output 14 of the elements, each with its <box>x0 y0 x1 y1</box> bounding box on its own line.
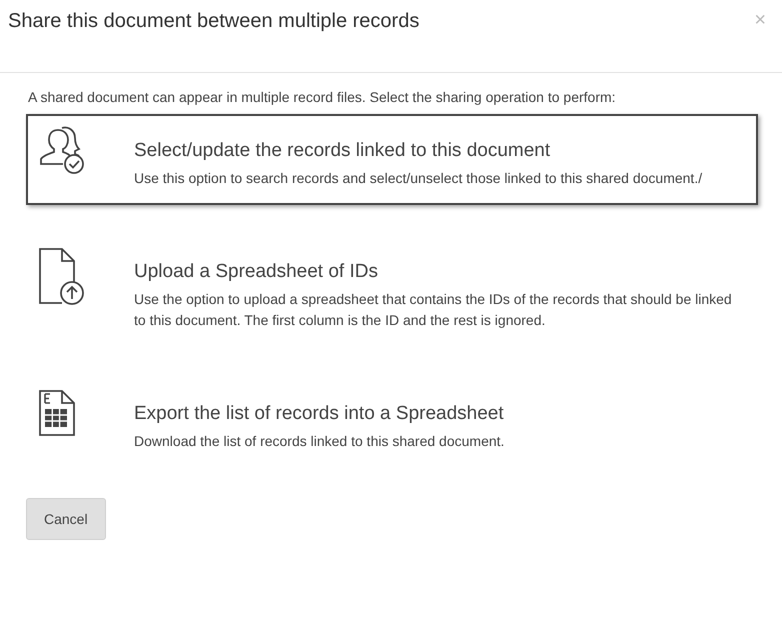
option-card[interactable]: Select/update the records linked to this document Use this option to search records and select/unselect those linked to this shared document./ <box>26 114 758 205</box>
option-card[interactable]: Upload a Spreadsheet of IDs Use the option to upload a spreadsheet that contains the IDs of the records that should be linked to this document. The first column is the ID and the rest is ignored. <box>26 235 758 347</box>
option-title: Upload a Spreadsheet of IDs <box>134 261 379 283</box>
option-card[interactable]: Export the list of records into a Spreadsheet Download the list of records linked to this shared document. <box>26 377 758 468</box>
dialog-title: Share this document between multiple records <box>8 10 420 33</box>
option-description: Use this option to search records and select/unselect those linked to this shared document./ <box>134 169 702 188</box>
spreadsheet-document-icon <box>38 389 76 437</box>
option-description: Download the list of records linked to this shared document. <box>134 432 504 451</box>
option-description: Use the option to upload a spreadsheet that contains the IDs of the records that should be linked to this document. The first column is the ID and the rest is ignored. <box>134 290 733 330</box>
intro-text: A shared document can appear in multiple record files. Select the sharing operation to perform: <box>28 88 617 107</box>
users-check-icon <box>38 126 86 176</box>
option-title: Export the list of records into a Spreadsheet <box>134 403 504 425</box>
cancel-button[interactable]: Cancel <box>26 498 106 540</box>
option-title: Select/update the records linked to this document <box>134 140 552 162</box>
